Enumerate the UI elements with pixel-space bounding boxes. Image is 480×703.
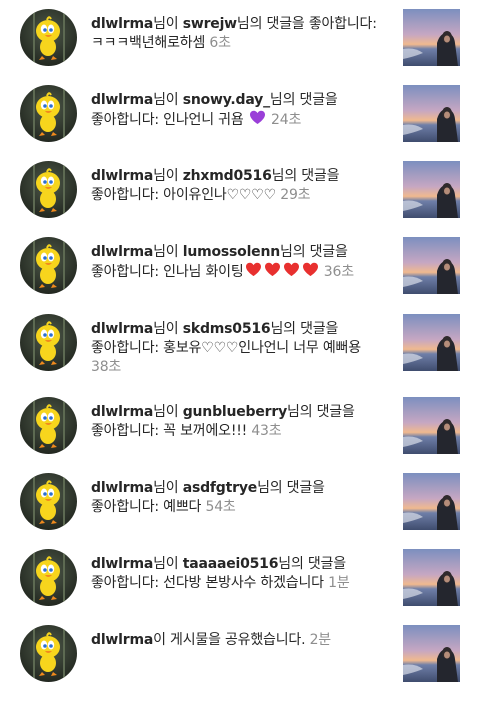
post-thumbnail[interactable] <box>403 397 460 454</box>
purple-heart-icon <box>249 110 266 131</box>
action-text: 님이 <box>153 556 183 572</box>
comment-text: 꼭 보꺼에오!!! <box>163 423 248 439</box>
post-thumbnail[interactable] <box>403 237 460 294</box>
post-thumbnail[interactable] <box>403 161 460 218</box>
timestamp: 36초 <box>323 264 354 280</box>
timestamp: 1분 <box>328 575 350 591</box>
comment-text: 홍보유♡♡♡인나언니 너무 예뻐용 <box>163 340 361 356</box>
activity-feed: dlwlrma님이 swrejw님의 댓글을 좋아합니다: ㅋㅋㅋ백년해로하셈 … <box>0 0 480 697</box>
actor-username[interactable]: dlwlrma <box>91 556 153 572</box>
comment-text: 아이유인나♡♡♡♡ <box>163 187 276 203</box>
target-username[interactable]: skdms0516 <box>183 321 271 337</box>
target-username[interactable]: taaaaei0516 <box>183 556 279 572</box>
comment-text: 인나님 화이팅 <box>163 264 244 280</box>
tweety-avatar-icon[interactable] <box>20 85 77 142</box>
post-thumbnail[interactable] <box>403 9 460 66</box>
timestamp: 2분 <box>309 632 332 648</box>
red-heart-icon <box>302 262 319 283</box>
tweety-avatar-icon[interactable] <box>20 473 77 530</box>
notification-text: dlwlrma님이 gunblueberry님의 댓글을 좋아합니다: 꼭 보꺼… <box>91 403 391 441</box>
actor-username[interactable]: dlwlrma <box>91 404 153 420</box>
actor-username[interactable]: dlwlrma <box>91 92 153 108</box>
notification-row[interactable]: dlwlrma님이 skdms0516님의 댓글을 좋아합니다: 홍보유♡♡♡인… <box>0 314 480 392</box>
tweety-avatar-icon[interactable] <box>20 237 77 294</box>
notification-row[interactable]: dlwlrma님이 taaaaei0516님의 댓글을 좋아합니다: 선다방 본… <box>0 549 480 627</box>
notification-text: dlwlrma님이 taaaaei0516님의 댓글을 좋아합니다: 선다방 본… <box>91 555 391 593</box>
target-username[interactable]: swrejw <box>183 16 237 32</box>
action-text: 님이 <box>153 404 183 420</box>
timestamp: 38초 <box>91 359 122 375</box>
action-text: 님이 <box>153 244 183 260</box>
notification-text: dlwlrma님이 lumossolenn님의 댓글을 좋아합니다: 인나님 화… <box>91 243 391 283</box>
action-text: 님의 댓글을 좋아합니다: <box>236 16 377 32</box>
notification-row[interactable]: dlwlrma이 게시물을 공유했습니다. 2분 <box>0 625 480 703</box>
actor-username[interactable]: dlwlrma <box>91 632 153 648</box>
action-text: 님이 <box>153 480 183 496</box>
action-text: 님이 <box>153 321 183 337</box>
notification-row[interactable]: dlwlrma님이 asdfgtrye님의 댓글을 좋아합니다: 예쁘다 54초 <box>0 473 480 551</box>
tweety-avatar-icon[interactable] <box>20 9 77 66</box>
notification-text: dlwlrma님이 zhxmd0516님의 댓글을 좋아합니다: 아이유인나♡♡… <box>91 167 391 205</box>
target-username[interactable]: lumossolenn <box>183 244 280 260</box>
action-text: 이 게시물을 공유했습니다. <box>153 632 306 648</box>
comment-text: 선다방 본방사수 하겠습니다 <box>163 575 324 591</box>
comment-text: ㅋㅋㅋ백년해로하셈 <box>91 35 206 51</box>
post-thumbnail[interactable] <box>403 625 460 682</box>
timestamp: 43초 <box>251 423 282 439</box>
comment-text: 예쁘다 <box>163 499 202 515</box>
notification-text: dlwlrma님이 asdfgtrye님의 댓글을 좋아합니다: 예쁘다 54초 <box>91 479 391 517</box>
timestamp: 54초 <box>205 499 236 515</box>
red-heart-icon <box>264 262 281 283</box>
tweety-avatar-icon[interactable] <box>20 397 77 454</box>
notification-row[interactable]: dlwlrma님이 lumossolenn님의 댓글을 좋아합니다: 인나님 화… <box>0 237 480 315</box>
target-username[interactable]: zhxmd0516 <box>183 168 272 184</box>
target-username[interactable]: asdfgtrye <box>183 480 258 496</box>
notification-row[interactable]: dlwlrma님이 snowy.day_님의 댓글을 좋아합니다: 인나언니 귀… <box>0 85 480 163</box>
notification-row[interactable]: dlwlrma님이 swrejw님의 댓글을 좋아합니다: ㅋㅋㅋ백년해로하셈 … <box>0 9 480 87</box>
action-text: 님이 <box>153 92 183 108</box>
notification-text: dlwlrma님이 swrejw님의 댓글을 좋아합니다: ㅋㅋㅋ백년해로하셈 … <box>91 15 391 53</box>
action-text: 님이 <box>153 16 183 32</box>
notification-text: dlwlrma님이 skdms0516님의 댓글을 좋아합니다: 홍보유♡♡♡인… <box>91 320 391 377</box>
action-text: 님이 <box>153 168 183 184</box>
tweety-avatar-icon[interactable] <box>20 625 77 682</box>
comment-text: 인나언니 귀욤 <box>163 112 248 128</box>
notification-text: dlwlrma님이 snowy.day_님의 댓글을 좋아합니다: 인나언니 귀… <box>91 91 391 131</box>
post-thumbnail[interactable] <box>403 549 460 606</box>
target-username[interactable]: gunblueberry <box>183 404 287 420</box>
target-username[interactable]: snowy.day_ <box>183 92 270 108</box>
red-heart-icon <box>245 262 262 283</box>
timestamp: 6초 <box>209 35 231 51</box>
tweety-avatar-icon[interactable] <box>20 161 77 218</box>
notification-row[interactable]: dlwlrma님이 zhxmd0516님의 댓글을 좋아합니다: 아이유인나♡♡… <box>0 161 480 239</box>
actor-username[interactable]: dlwlrma <box>91 244 153 260</box>
timestamp: 24초 <box>271 112 302 128</box>
notification-row[interactable]: dlwlrma님이 gunblueberry님의 댓글을 좋아합니다: 꼭 보꺼… <box>0 397 480 475</box>
actor-username[interactable]: dlwlrma <box>91 480 153 496</box>
post-thumbnail[interactable] <box>403 314 460 371</box>
actor-username[interactable]: dlwlrma <box>91 168 153 184</box>
tweety-avatar-icon[interactable] <box>20 549 77 606</box>
post-thumbnail[interactable] <box>403 85 460 142</box>
post-thumbnail[interactable] <box>403 473 460 530</box>
actor-username[interactable]: dlwlrma <box>91 321 153 337</box>
notification-text: dlwlrma이 게시물을 공유했습니다. 2분 <box>91 631 391 650</box>
timestamp: 29초 <box>280 187 311 203</box>
actor-username[interactable]: dlwlrma <box>91 16 153 32</box>
red-heart-icon <box>283 262 300 283</box>
tweety-avatar-icon[interactable] <box>20 314 77 371</box>
